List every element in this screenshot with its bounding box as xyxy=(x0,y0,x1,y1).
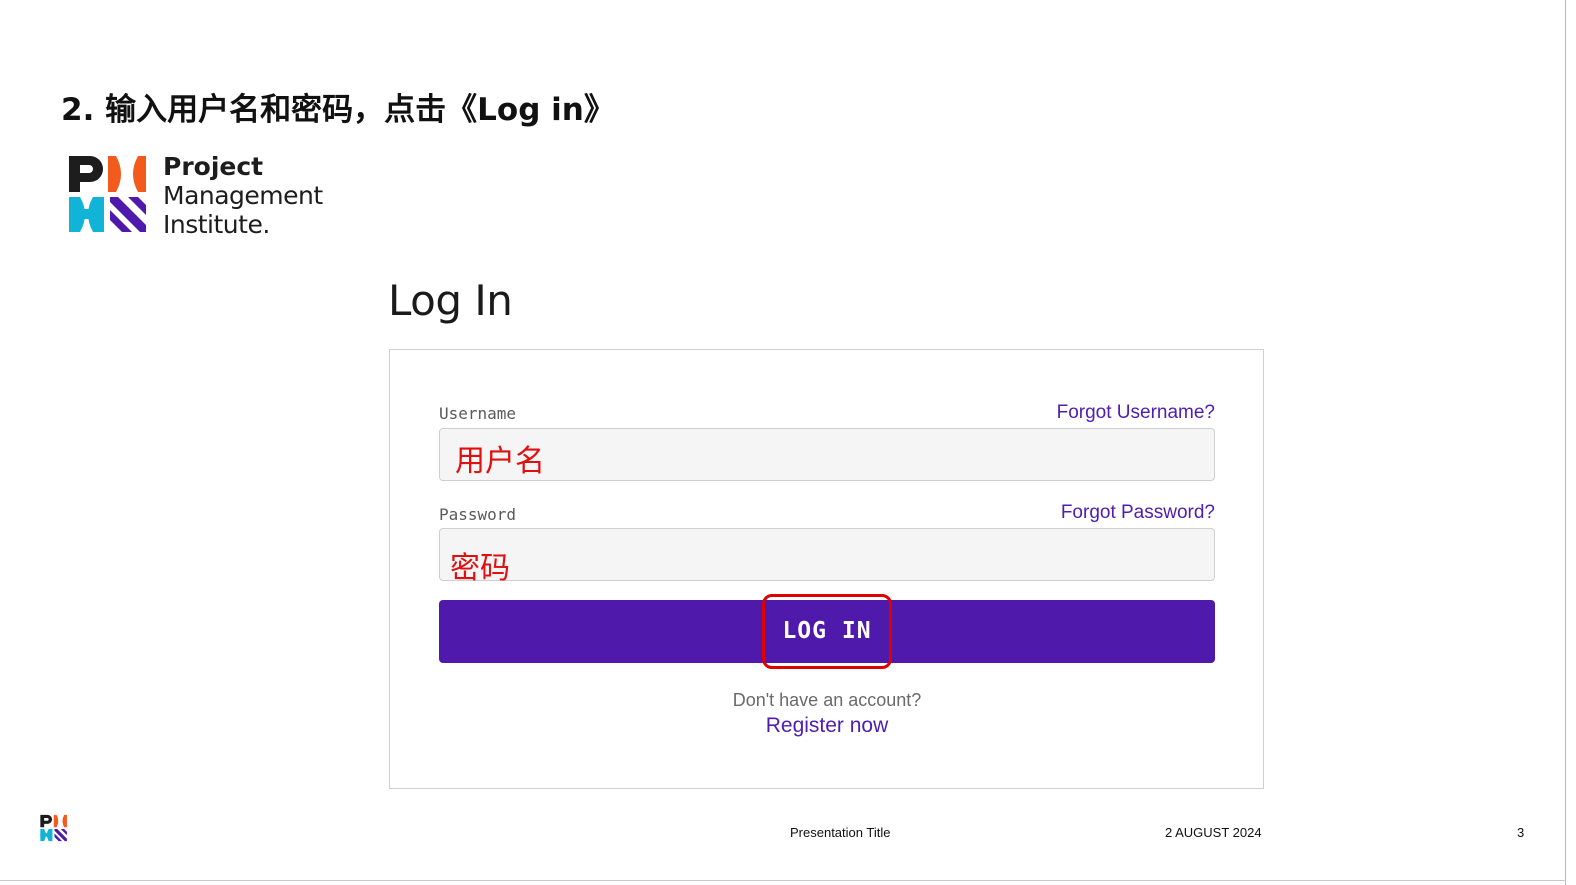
password-field[interactable] xyxy=(439,528,1215,581)
pmi-logo: Project Management Institute. xyxy=(68,152,348,240)
logo-text-line-3: Institute. xyxy=(163,210,270,239)
username-label: Username xyxy=(439,404,517,423)
forgot-password-link[interactable]: Forgot Password? xyxy=(1061,502,1215,524)
footer-date: 2 AUGUST 2024 xyxy=(1165,825,1262,840)
slide-title: 2. 输入用户名和密码，点击《Log in》 xyxy=(61,92,615,128)
pmi-logo-mark-icon xyxy=(69,156,146,232)
login-button-highlight xyxy=(762,594,892,669)
logo-text-line-1: Project xyxy=(163,152,264,181)
register-now-link[interactable]: Register now xyxy=(439,714,1215,738)
password-label: Password xyxy=(439,505,517,524)
pmi-logo-wordmark: Project Management Institute. xyxy=(163,152,323,239)
forgot-username-link[interactable]: Forgot Username? xyxy=(1057,402,1215,424)
no-account-text: Don't have an account? xyxy=(732,690,922,710)
password-field-value: 密码 xyxy=(450,551,510,586)
slide-bottom-edge xyxy=(0,880,1566,881)
footer-presentation-title: Presentation Title xyxy=(790,825,891,840)
footer-page-number: 3 xyxy=(1517,825,1525,840)
logo-text-line-2: Management xyxy=(163,181,323,210)
pmi-small-logo-icon xyxy=(40,814,67,842)
username-field-value: 用户名 xyxy=(455,444,545,479)
login-heading: Log In xyxy=(388,276,513,325)
slide-right-edge xyxy=(1565,0,1566,885)
username-field[interactable] xyxy=(439,428,1215,481)
